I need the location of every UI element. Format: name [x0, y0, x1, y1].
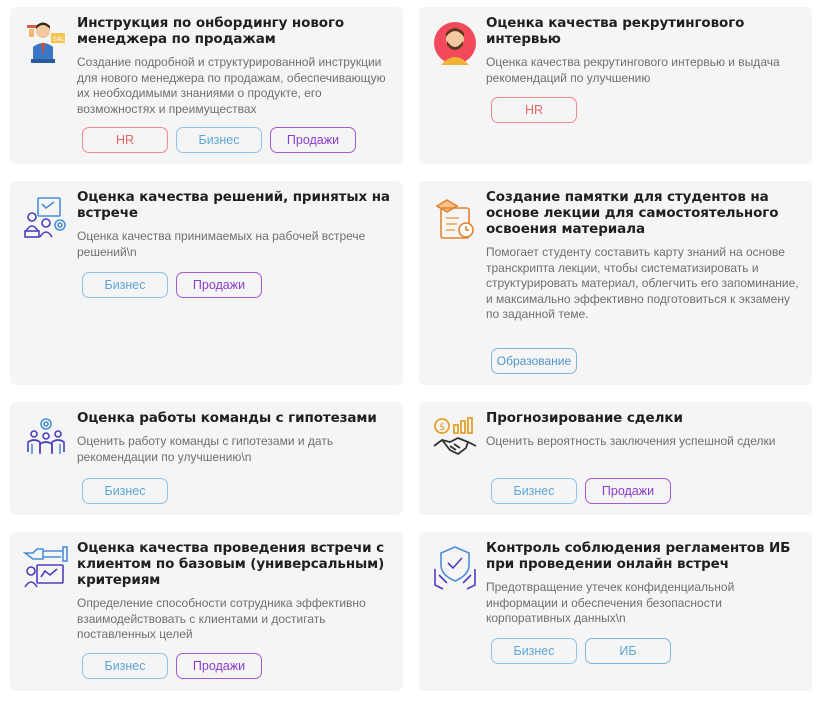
team-hypotheses-icon [18, 410, 74, 466]
card-description: Предотвращение утечек конфиденциальной и… [486, 580, 735, 625]
tag-list: HR [491, 97, 577, 123]
scenario-card[interactable]: $ Прогнозирование сделки Оценить вероятн… [419, 402, 812, 515]
tag-sales[interactable]: Продажи [585, 478, 671, 504]
tag-business[interactable]: Бизнес [82, 653, 168, 679]
tag-infosec[interactable]: ИБ [585, 638, 671, 664]
tag-hr[interactable]: HR [82, 127, 168, 153]
tag-hr[interactable]: HR [491, 97, 577, 123]
card-title: Создание памятки для студентов на основе… [486, 189, 779, 237]
card-description: Создание подробной и структурированной и… [77, 55, 386, 116]
tag-list: Бизнес [82, 478, 168, 504]
recruiter-avatar-icon [427, 15, 483, 71]
scenario-card[interactable]: SALE Инструкция по онбордингу нового мен… [10, 7, 403, 164]
card-description: Оценка качества принимаемых на рабочей в… [77, 229, 366, 259]
card-description: Помогает студенту составить карту знаний… [486, 245, 799, 321]
scenario-card[interactable]: Оценка качества решений, принятых на вст… [10, 181, 403, 385]
tag-sales[interactable]: Продажи [176, 272, 262, 298]
card-title: Прогнозирование сделки [486, 410, 683, 426]
scenario-card[interactable]: Оценка работы команды с гипотезами Оцени… [10, 402, 403, 515]
tag-list: HR Бизнес Продажи [82, 127, 356, 153]
svg-text:$: $ [439, 422, 445, 433]
card-description: Оценить работу команды с гипотезами и да… [77, 434, 334, 464]
tag-list: Бизнес Продажи [82, 272, 262, 298]
card-title: Инструкция по онбордингу нового менеджер… [77, 15, 345, 47]
lecture-notes-icon [427, 189, 483, 245]
client-meeting-icon [18, 540, 74, 596]
card-title: Контроль соблюдения регламентов ИБ при п… [486, 540, 791, 572]
tag-list: Бизнес ИБ [491, 638, 671, 664]
deal-forecast-icon: $ [427, 410, 483, 466]
card-title: Оценка качества проведения встречи с кли… [77, 540, 385, 588]
scenario-card[interactable]: Создание памятки для студентов на основе… [419, 181, 812, 385]
tag-business[interactable]: Бизнес [82, 478, 168, 504]
card-description: Оценить вероятность заключения успешной … [486, 434, 776, 448]
sales-manager-icon: SALE [18, 15, 74, 71]
tag-education[interactable]: Образование [491, 348, 577, 374]
tag-business[interactable]: Бизнес [491, 478, 577, 504]
scenario-card[interactable]: Оценка качества проведения встречи с кли… [10, 532, 403, 691]
scenario-card[interactable]: Контроль соблюдения регламентов ИБ при п… [419, 532, 812, 691]
card-description: Оценка качества рекрутингового интервью … [486, 55, 780, 85]
tag-sales[interactable]: Продажи [176, 653, 262, 679]
tag-sales[interactable]: Продажи [270, 127, 356, 153]
tag-list: Образование [491, 348, 577, 374]
card-description: Определение способности сотрудника эффек… [77, 596, 366, 641]
card-title: Оценка работы команды с гипотезами [77, 410, 377, 426]
scenario-card[interactable]: Оценка качества рекрутингового интервью … [419, 7, 812, 164]
tag-business[interactable]: Бизнес [491, 638, 577, 664]
tag-business[interactable]: Бизнес [82, 272, 168, 298]
card-title: Оценка качества решений, принятых на вст… [77, 189, 390, 221]
tag-business[interactable]: Бизнес [176, 127, 262, 153]
security-shield-icon [427, 540, 483, 596]
card-title: Оценка качества рекрутингового интервью [486, 15, 745, 47]
svg-text:SALE: SALE [53, 36, 67, 43]
tag-list: Бизнес Продажи [491, 478, 671, 504]
scenario-grid: SALE Инструкция по онбордингу нового мен… [0, 0, 820, 701]
meeting-decisions-icon [18, 189, 74, 245]
tag-list: Бизнес Продажи [82, 653, 262, 679]
